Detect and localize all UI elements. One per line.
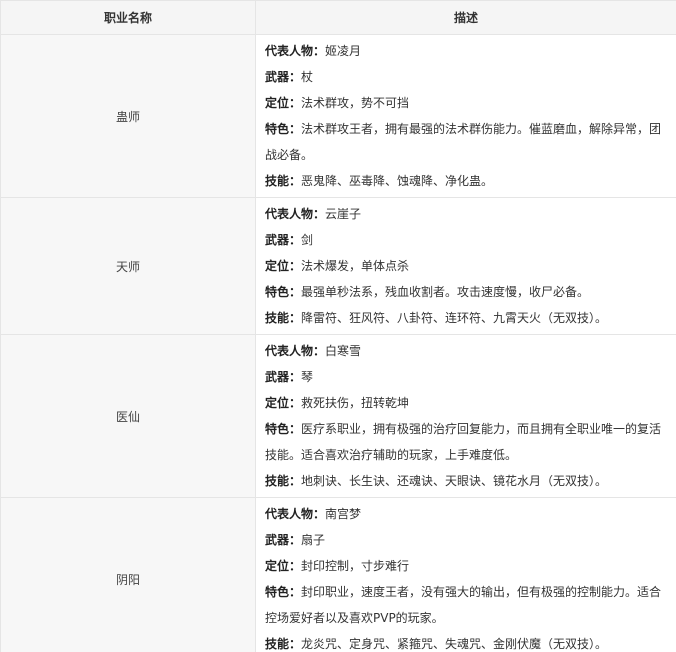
- field-label: 代表人物：: [265, 44, 326, 58]
- profession-name: 蛊师: [0, 34, 256, 198]
- field-value: 扇子: [301, 533, 326, 547]
- field-value: 白寒雪: [325, 344, 362, 358]
- profession-description: 代表人物：白寒雪 武器：琴 定位：救死扶伤，扭转乾坤 特色：医疗系职业，拥有极强…: [255, 334, 676, 498]
- field-label: 武器：: [265, 70, 302, 84]
- field-label: 代表人物：: [265, 344, 326, 358]
- profession-description: 代表人物：姬凌月 武器：杖 定位：法术群攻，势不可挡 特色：法术群攻王者，拥有最…: [255, 34, 676, 198]
- field-label: 代表人物：: [265, 507, 326, 521]
- field-feature: 特色：封印职业，速度王者，没有强大的输出，但有极强的控制能力。适合控场爱好者以及…: [265, 579, 668, 631]
- field-label: 武器：: [265, 233, 302, 247]
- field-value: 姬凌月: [325, 44, 362, 58]
- table-row: 蛊师 代表人物：姬凌月 武器：杖 定位：法术群攻，势不可挡 特色：法术群攻王者，…: [0, 34, 676, 198]
- field-feature: 特色：医疗系职业，拥有极强的治疗回复能力，而且拥有全职业唯一的复活技能。适合喜欢…: [265, 416, 668, 468]
- field-value: 医疗系职业，拥有极强的治疗回复能力，而且拥有全职业唯一的复活技能。适合喜欢治疗辅…: [265, 422, 662, 462]
- field-value: 琴: [301, 370, 314, 384]
- field-role: 定位：封印控制，寸步难行: [265, 553, 668, 579]
- field-label: 特色：: [265, 122, 302, 136]
- field-value: 龙炎咒、定身咒、紧箍咒、失魂咒、金刚伏魔（无双技）。: [301, 637, 608, 651]
- field-weapon: 武器：琴: [265, 364, 668, 390]
- field-label: 定位：: [265, 96, 302, 110]
- field-value: 剑: [301, 233, 314, 247]
- field-label: 特色：: [265, 285, 302, 299]
- field-value: 法术群攻，势不可挡: [301, 96, 410, 110]
- field-value: 云崖子: [325, 207, 362, 221]
- field-label: 技能：: [265, 311, 302, 325]
- table-header-row: 职业名称 描述: [0, 0, 676, 35]
- field-role: 定位：救死扶伤，扭转乾坤: [265, 390, 668, 416]
- field-character: 代表人物：姬凌月: [265, 38, 668, 64]
- field-label: 武器：: [265, 533, 302, 547]
- field-weapon: 武器：杖: [265, 64, 668, 90]
- field-value: 杖: [301, 70, 314, 84]
- field-value: 救死扶伤，扭转乾坤: [301, 396, 410, 410]
- field-character: 代表人物：白寒雪: [265, 338, 668, 364]
- field-value: 封印控制，寸步难行: [301, 559, 410, 573]
- field-role: 定位：法术爆发，单体点杀: [265, 253, 668, 279]
- profession-description: 代表人物：南宫梦 武器：扇子 定位：封印控制，寸步难行 特色：封印职业，速度王者…: [255, 497, 676, 652]
- profession-name: 医仙: [0, 334, 256, 498]
- field-weapon: 武器：剑: [265, 227, 668, 253]
- field-label: 定位：: [265, 559, 302, 573]
- table-row: 阴阳 代表人物：南宫梦 武器：扇子 定位：封印控制，寸步难行 特色：封印职业，速…: [0, 497, 676, 652]
- field-label: 技能：: [265, 637, 302, 651]
- field-value: 降雷符、狂风符、八卦符、连环符、九霄天火（无双技）。: [301, 311, 608, 325]
- field-label: 技能：: [265, 474, 302, 488]
- field-skills: 技能：龙炎咒、定身咒、紧箍咒、失魂咒、金刚伏魔（无双技）。: [265, 631, 668, 652]
- field-value: 封印职业，速度王者，没有强大的输出，但有极强的控制能力。适合控场爱好者以及喜欢P…: [265, 585, 662, 625]
- table-row: 医仙 代表人物：白寒雪 武器：琴 定位：救死扶伤，扭转乾坤 特色：医疗系职业，拥…: [0, 334, 676, 498]
- field-value: 地刺诀、长生诀、还魂诀、天眼诀、镜花水月（无双技）。: [301, 474, 608, 488]
- header-profession-name: 职业名称: [0, 0, 256, 35]
- header-description: 描述: [255, 0, 676, 35]
- field-skills: 技能：降雷符、狂风符、八卦符、连环符、九霄天火（无双技）。: [265, 305, 668, 331]
- field-label: 武器：: [265, 370, 302, 384]
- profession-table: 职业名称 描述 蛊师 代表人物：姬凌月 武器：杖 定位：法术群攻，势不可挡 特色…: [0, 0, 676, 652]
- field-value: 恶鬼降、巫毒降、蚀魂降、净化蛊。: [301, 174, 494, 188]
- field-label: 定位：: [265, 259, 302, 273]
- field-role: 定位：法术群攻，势不可挡: [265, 90, 668, 116]
- field-label: 技能：: [265, 174, 302, 188]
- field-label: 特色：: [265, 422, 302, 436]
- field-feature: 特色：法术群攻王者，拥有最强的法术群伤能力。催蓝磨血，解除异常，团战必备。: [265, 116, 668, 168]
- profession-name: 天师: [0, 197, 256, 335]
- field-label: 特色：: [265, 585, 302, 599]
- field-value: 法术爆发，单体点杀: [301, 259, 410, 273]
- field-skills: 技能：地刺诀、长生诀、还魂诀、天眼诀、镜花水月（无双技）。: [265, 468, 668, 494]
- field-label: 定位：: [265, 396, 302, 410]
- field-weapon: 武器：扇子: [265, 527, 668, 553]
- field-label: 代表人物：: [265, 207, 326, 221]
- table-row: 天师 代表人物：云崖子 武器：剑 定位：法术爆发，单体点杀 特色：最强单秒法系，…: [0, 197, 676, 335]
- field-value: 南宫梦: [325, 507, 362, 521]
- field-character: 代表人物：南宫梦: [265, 501, 668, 527]
- field-value: 法术群攻王者，拥有最强的法术群伤能力。催蓝磨血，解除异常，团战必备。: [265, 122, 662, 162]
- field-character: 代表人物：云崖子: [265, 201, 668, 227]
- field-skills: 技能：恶鬼降、巫毒降、蚀魂降、净化蛊。: [265, 168, 668, 194]
- field-feature: 特色：最强单秒法系，残血收割者。攻击速度慢，收尸必备。: [265, 279, 668, 305]
- profession-name: 阴阳: [0, 497, 256, 652]
- profession-description: 代表人物：云崖子 武器：剑 定位：法术爆发，单体点杀 特色：最强单秒法系，残血收…: [255, 197, 676, 335]
- field-value: 最强单秒法系，残血收割者。攻击速度慢，收尸必备。: [301, 285, 590, 299]
